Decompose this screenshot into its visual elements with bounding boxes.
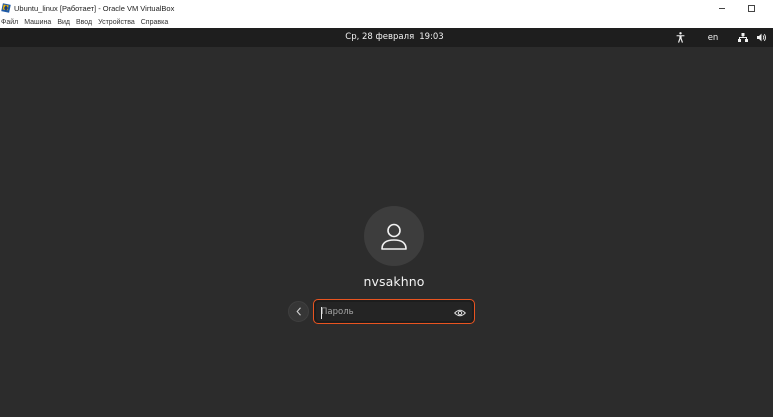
network-menu[interactable] bbox=[737, 28, 749, 47]
clock[interactable]: Ср, 28 февраля 19:03 bbox=[0, 28, 773, 47]
password-input-area[interactable]: Пароль bbox=[316, 302, 472, 321]
host-window-title: Ubuntu_linux [Работает] - Oracle VM Virt… bbox=[14, 3, 175, 13]
password-placeholder: Пароль bbox=[321, 307, 354, 317]
menu-machine[interactable]: Машина bbox=[21, 19, 54, 26]
eye-icon bbox=[454, 309, 466, 316]
user-icon bbox=[381, 223, 407, 250]
text-caret bbox=[321, 307, 322, 319]
clock-date: Ср, 28 февраля bbox=[345, 32, 415, 42]
clock-time: 19:03 bbox=[419, 32, 444, 42]
username-label: nvsakhno bbox=[363, 274, 425, 289]
gnome-top-bar: Ср, 28 февраля 19:03 en bbox=[0, 28, 773, 47]
back-button[interactable] bbox=[288, 301, 309, 322]
language-indicator[interactable]: en bbox=[704, 28, 722, 47]
host-title-bar: Ubuntu_linux [Работает] - Oracle VM Virt… bbox=[0, 0, 773, 16]
login-screen: nvsakhno Пароль bbox=[0, 47, 773, 417]
menu-help[interactable]: Справка bbox=[138, 19, 171, 26]
network-icon bbox=[738, 33, 748, 42]
accessibility-icon bbox=[676, 32, 684, 43]
menu-file[interactable]: Файл bbox=[0, 19, 21, 26]
menu-devices[interactable]: Устройства bbox=[95, 19, 138, 26]
accessibility-menu[interactable] bbox=[674, 28, 686, 47]
menu-view[interactable]: Вид bbox=[54, 19, 73, 26]
virtualbox-window: Ubuntu_linux [Работает] - Oracle VM Virt… bbox=[0, 0, 773, 417]
maximize-button[interactable] bbox=[737, 0, 765, 16]
reveal-password-button[interactable] bbox=[453, 306, 467, 319]
avatar bbox=[364, 206, 424, 266]
chevron-left-icon bbox=[295, 307, 301, 316]
volume-menu[interactable] bbox=[756, 28, 768, 47]
password-field[interactable]: Пароль bbox=[313, 299, 475, 324]
minimize-icon bbox=[719, 8, 725, 9]
maximize-icon bbox=[747, 4, 755, 12]
minimize-button[interactable] bbox=[708, 0, 736, 16]
host-menu-bar: Файл Машина Вид Ввод Устройства Справка bbox=[0, 16, 773, 28]
virtualbox-logo-icon bbox=[1, 3, 11, 13]
volume-icon bbox=[757, 33, 766, 42]
menu-input[interactable]: Ввод bbox=[73, 19, 95, 26]
